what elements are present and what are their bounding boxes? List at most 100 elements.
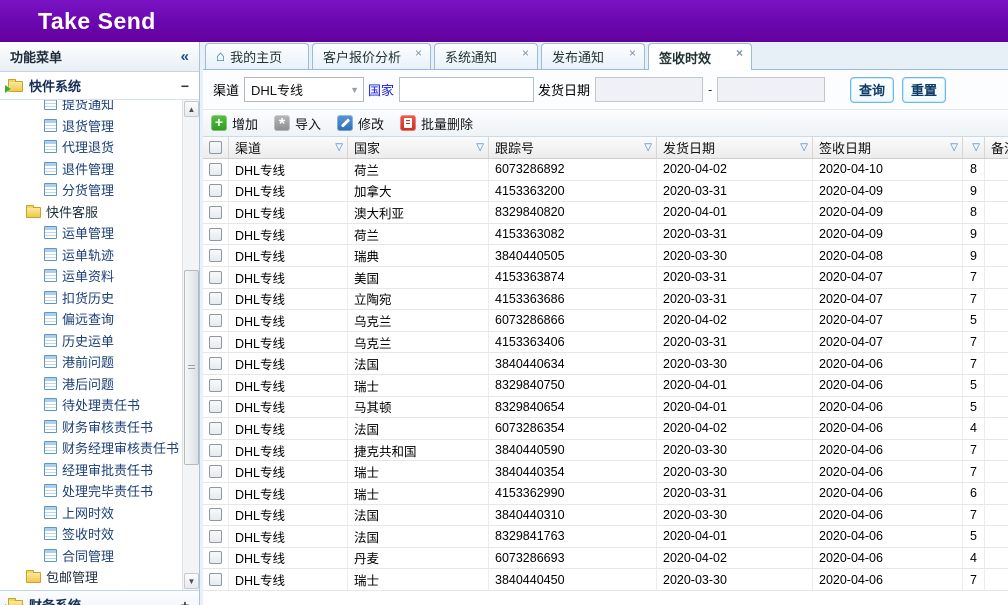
row-checkbox[interactable] <box>209 271 222 284</box>
filter-icon[interactable]: ▽ <box>800 142 808 153</box>
row-checkbox[interactable] <box>209 292 222 305</box>
table-row[interactable]: DHL专线马其顿83298406542020-04-012020-04-065 <box>203 397 1008 419</box>
table-row[interactable]: DHL专线荷兰41533630822020-03-312020-04-099 <box>203 224 1008 246</box>
column-header-渠道[interactable]: 渠道▽ <box>229 137 348 158</box>
collapse-section-icon[interactable]: − <box>181 78 189 94</box>
row-checkbox[interactable] <box>209 422 222 435</box>
close-icon[interactable]: × <box>415 47 422 59</box>
tab-客户报价分析[interactable]: 客户报价分析× <box>312 43 431 69</box>
sidebar-item-运单资料[interactable]: 运单资料 <box>0 265 182 287</box>
sidebar-item-扣货历史[interactable]: 扣货历史 <box>0 287 182 309</box>
row-checkbox[interactable] <box>209 551 222 564</box>
table-row[interactable]: DHL专线乌克兰60732868662020-04-022020-04-075 <box>203 310 1008 332</box>
table-row[interactable]: DHL专线瑞士38404403542020-03-302020-04-067 <box>203 461 1008 483</box>
sidebar-item-港后问题[interactable]: 港后问题 <box>0 373 182 395</box>
select-all-checkbox[interactable] <box>209 141 222 154</box>
sidebar-item-退货管理[interactable]: 退货管理 <box>0 115 182 137</box>
date-to-input[interactable] <box>717 77 825 102</box>
search-button[interactable]: 查询 <box>850 77 894 103</box>
table-row[interactable]: DHL专线瑞士38404404502020-03-302020-04-067 <box>203 569 1008 591</box>
table-row[interactable]: DHL专线荷兰60732868922020-04-022020-04-108 <box>203 159 1008 181</box>
scrollbar-thumb[interactable] <box>184 270 199 465</box>
table-row[interactable]: DHL专线法国38404406342020-03-302020-04-067 <box>203 353 1008 375</box>
date-from-input[interactable] <box>595 77 703 102</box>
sidebar-item-退件管理[interactable]: 退件管理 <box>0 158 182 180</box>
sidebar-item-运单轨迹[interactable]: 运单轨迹 <box>0 244 182 266</box>
sidebar-item-待处理责任书[interactable]: 待处理责任书 <box>0 394 182 416</box>
column-header-签收日期[interactable]: 签收日期▽ <box>813 137 963 158</box>
row-checkbox[interactable] <box>209 184 222 197</box>
table-row[interactable]: DHL专线加拿大41533632002020-03-312020-04-099 <box>203 181 1008 203</box>
filter-icon[interactable]: ▽ <box>950 142 958 153</box>
table-row[interactable]: DHL专线法国83298417632020-04-012020-04-065 <box>203 526 1008 548</box>
sidebar-item-合同管理[interactable]: 合同管理 <box>0 545 182 567</box>
sidebar-folder-快件客服[interactable]: 快件客服 <box>0 201 182 223</box>
table-row[interactable]: DHL专线捷克共和国38404405902020-03-302020-04-06… <box>203 440 1008 462</box>
sidebar-item-提货通知[interactable]: 提货通知 <box>0 100 182 115</box>
sidebar-item-分货管理[interactable]: 分货管理 <box>0 179 182 201</box>
sidebar-item-财务经理审核责任书[interactable]: 财务经理审核责任书 <box>0 437 182 459</box>
column-header-国家[interactable]: 国家▽ <box>348 137 489 158</box>
row-checkbox[interactable] <box>209 314 222 327</box>
row-checkbox[interactable] <box>209 206 222 219</box>
column-header-备注[interactable]: 备注 <box>985 137 1008 158</box>
sidebar-item-偏远查询[interactable]: 偏远查询 <box>0 308 182 330</box>
scroll-up-icon[interactable]: ▲ <box>184 101 199 117</box>
filter-icon[interactable]: ▽ <box>972 142 980 153</box>
sidebar-item-上网时效[interactable]: 上网时效 <box>0 502 182 524</box>
sidebar-item-运单管理[interactable]: 运单管理 <box>0 222 182 244</box>
table-row[interactable]: DHL专线瑞士41533629902020-03-312020-04-066 <box>203 483 1008 505</box>
toolbar-button-批量删除[interactable]: 批量删除 <box>400 114 473 133</box>
sidebar-collapse-icon[interactable]: « <box>181 48 189 65</box>
column-header-发货日期[interactable]: 发货日期▽ <box>657 137 813 158</box>
tab-系统通知[interactable]: 系统通知× <box>434 43 538 69</box>
table-row[interactable]: DHL专线立陶宛41533636862020-03-312020-04-077 <box>203 289 1008 311</box>
tab-我的主页[interactable]: ⌂我的主页 <box>205 43 309 69</box>
filter-icon[interactable]: ▽ <box>644 142 652 153</box>
close-icon[interactable]: × <box>522 47 529 59</box>
sidebar-scrollbar[interactable]: ▲ ▼ <box>182 100 199 590</box>
filter-icon[interactable]: ▽ <box>335 142 343 153</box>
close-icon[interactable]: × <box>736 47 743 59</box>
column-header-跟踪号[interactable]: 跟踪号▽ <box>489 137 657 158</box>
table-row[interactable]: DHL专线瑞士83298407502020-04-012020-04-065 <box>203 375 1008 397</box>
table-row[interactable]: DHL专线丹麦60732866932020-04-022020-04-064 <box>203 548 1008 570</box>
filter-icon[interactable]: ▽ <box>476 142 484 153</box>
toolbar-button-导入[interactable]: 导入 <box>274 114 321 133</box>
row-checkbox[interactable] <box>209 249 222 262</box>
sidebar-section-express-system[interactable]: 快件系统 − <box>0 72 199 100</box>
sidebar-item-签收时效[interactable]: 签收时效 <box>0 523 182 545</box>
tab-发布通知[interactable]: 发布通知× <box>541 43 645 69</box>
tab-签收时效[interactable]: 签收时效× <box>648 43 752 70</box>
sidebar-item-财务审核责任书[interactable]: 财务审核责任书 <box>0 416 182 438</box>
row-checkbox[interactable] <box>209 228 222 241</box>
country-input[interactable] <box>399 77 534 102</box>
row-checkbox[interactable] <box>209 163 222 176</box>
table-row[interactable]: DHL专线美国41533638742020-03-312020-04-077 <box>203 267 1008 289</box>
row-checkbox[interactable] <box>209 465 222 478</box>
column-header-days[interactable]: ▽ <box>963 137 985 158</box>
sidebar-item-历史运单[interactable]: 历史运单 <box>0 330 182 352</box>
sidebar-item-代理退货[interactable]: 代理退货 <box>0 136 182 158</box>
row-checkbox[interactable] <box>209 444 222 457</box>
sidebar-item-处理完毕责任书[interactable]: 处理完毕责任书 <box>0 480 182 502</box>
row-checkbox[interactable] <box>209 487 222 500</box>
table-row[interactable]: DHL专线澳大利亚83298408202020-04-012020-04-098 <box>203 202 1008 224</box>
close-icon[interactable]: × <box>629 47 636 59</box>
sidebar-section-finance-system[interactable]: 财务系统 + <box>0 590 199 605</box>
toolbar-button-修改[interactable]: 修改 <box>337 114 384 133</box>
table-row[interactable]: DHL专线法国60732863542020-04-022020-04-064 <box>203 418 1008 440</box>
toolbar-button-增加[interactable]: 增加 <box>211 114 258 133</box>
row-checkbox[interactable] <box>209 357 222 370</box>
scroll-down-icon[interactable]: ▼ <box>184 573 199 589</box>
row-checkbox[interactable] <box>209 573 222 586</box>
sidebar-folder-包邮管理[interactable]: 包邮管理 <box>0 566 182 588</box>
table-row[interactable]: DHL专线乌克兰41533634062020-03-312020-04-077 <box>203 332 1008 354</box>
row-checkbox[interactable] <box>209 336 222 349</box>
channel-select[interactable]: DHL专线 ▼ <box>244 77 364 102</box>
row-checkbox[interactable] <box>209 379 222 392</box>
sidebar-item-港前问题[interactable]: 港前问题 <box>0 351 182 373</box>
row-checkbox[interactable] <box>209 530 222 543</box>
row-checkbox[interactable] <box>209 508 222 521</box>
row-checkbox[interactable] <box>209 400 222 413</box>
